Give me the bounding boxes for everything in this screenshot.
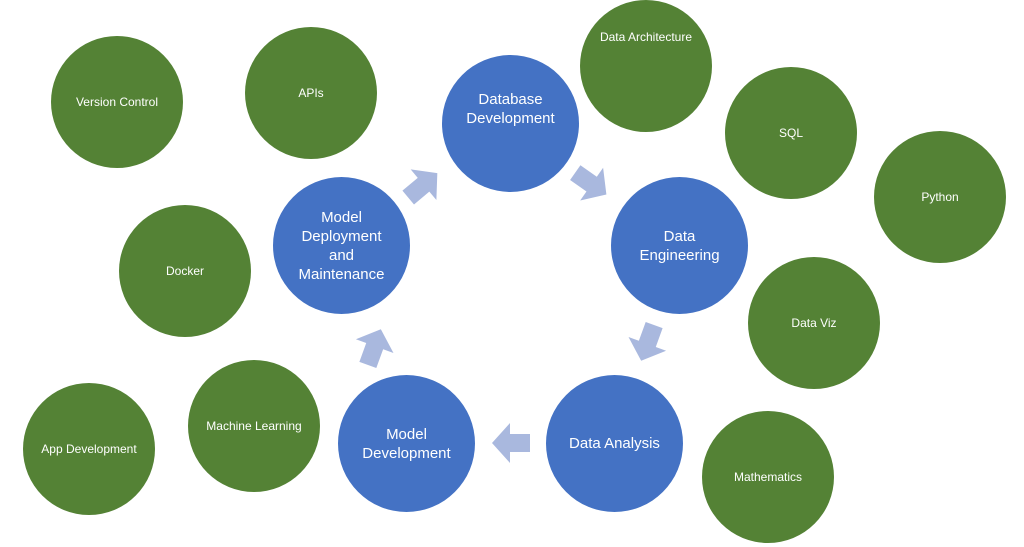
arrow-db-to-de	[563, 156, 618, 211]
arrow-md-to-mdm	[349, 322, 400, 372]
flow-arrows	[349, 156, 673, 463]
arrow-mdm-to-db	[395, 157, 451, 213]
arrow-de-to-da	[622, 318, 673, 368]
arrow-da-to-md	[492, 423, 530, 463]
